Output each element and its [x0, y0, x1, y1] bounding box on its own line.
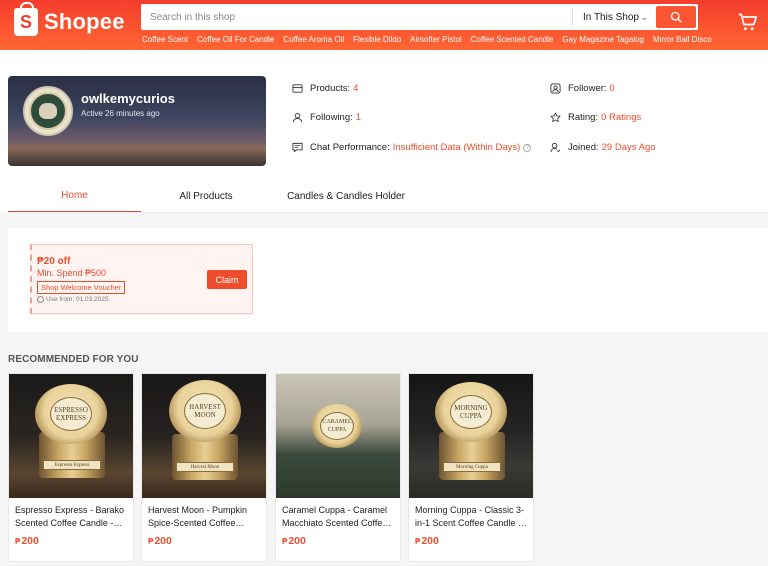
product-card[interactable]: Harvest Moon HARVEST MOON Harvest Moon -…: [141, 373, 267, 562]
claim-button[interactable]: Claim: [207, 270, 247, 289]
voucher-date: Use from: 01.03.2025: [37, 296, 109, 303]
search-scope-dropdown[interactable]: In This Shop ⌄: [572, 8, 656, 26]
stat-label: Chat Performance:: [310, 142, 390, 153]
keyword-link[interactable]: Coffee Aroma Oil: [283, 35, 344, 44]
stat-value: 0: [609, 83, 615, 94]
add-user-icon: [550, 83, 561, 94]
keyword-link[interactable]: Coffee Oil For Candle: [197, 35, 274, 44]
stat-label: Follower:: [568, 83, 607, 94]
search-input[interactable]: [141, 4, 572, 30]
product-image: Espresso Express ESPRESSO EXPRESS: [9, 374, 133, 498]
stat-label: Joined:: [568, 142, 599, 153]
product-price: ₱200: [415, 535, 439, 547]
voucher-tag: Shop Welcome Voucher: [37, 281, 126, 294]
product-name: Morning Cuppa - Classic 3-in-1 Scent Cof…: [415, 505, 525, 528]
stat-rating: Rating: 0 Ratings: [550, 112, 641, 123]
help-icon[interactable]: ?: [523, 143, 532, 152]
keyword-link[interactable]: Coffee Scent: [142, 35, 188, 44]
search-bar: In This Shop ⌄: [141, 4, 698, 30]
recommended-title: RECOMMENDED FOR YOU: [8, 354, 139, 365]
stat-value[interactable]: 1: [356, 112, 361, 123]
product-price: ₱200: [148, 535, 172, 547]
search-scope-label: In This Shop: [583, 11, 639, 23]
keyword-link[interactable]: Flexible Dildo: [353, 35, 401, 44]
store-icon: [292, 84, 303, 93]
lid-label: HARVEST MOON: [184, 393, 226, 429]
cart-icon[interactable]: [738, 12, 758, 32]
user-icon: [292, 112, 303, 123]
keyword-link[interactable]: Coffee Scented Candle: [471, 35, 554, 44]
candle-lid: CARAMEL CUPPA: [312, 404, 362, 448]
tab-home[interactable]: Home: [8, 180, 141, 213]
top-header: S Shopee In This Shop ⌄ Coffee Scent Cof…: [0, 0, 768, 50]
product-price: ₱200: [282, 535, 306, 547]
stat-label: Products:: [310, 83, 351, 94]
shopping-bag-icon: S: [14, 2, 38, 36]
keyword-link[interactable]: Airsofter Pistol: [410, 35, 462, 44]
product-image: Harvest Moon HARVEST MOON: [142, 374, 266, 498]
candle-lid: ESPRESSO EXPRESS: [35, 384, 107, 444]
shop-info-section: owlkemycurios Active 26 minutes ago Prod…: [0, 50, 768, 213]
hot-keywords: Coffee Scent Coffee Oil For Candle Coffe…: [142, 35, 712, 44]
product-card[interactable]: Morning Cuppa MORNING CUPPA Morning Cupp…: [408, 373, 534, 562]
tab-all-products[interactable]: All Products: [141, 180, 271, 213]
stat-value: 4: [353, 83, 359, 94]
chevron-down-icon: ⌄: [640, 11, 648, 22]
keyword-link[interactable]: Mirror Ball Disco: [653, 35, 712, 44]
search-button[interactable]: [656, 6, 696, 28]
product-name: Espresso Express - Barako Scented Coffee…: [15, 505, 125, 528]
product-price: ₱200: [15, 535, 39, 547]
product-name: Caramel Cuppa - Caramel Macchiato Scente…: [282, 505, 388, 528]
product-image: CARAMEL CUPPA: [276, 374, 400, 498]
candle-lid: MORNING CUPPA: [435, 382, 507, 442]
tabs-divider: [8, 212, 768, 213]
lid-label: CARAMEL CUPPA: [320, 412, 354, 440]
tab-candles-holder[interactable]: Candles & Candles Holder: [271, 180, 421, 213]
voucher-discount: ₱20 off: [37, 256, 71, 267]
lid-label: MORNING CUPPA: [450, 395, 492, 429]
owl-logo-icon: [29, 92, 67, 130]
star-icon: [550, 112, 561, 123]
shop-banner: owlkemycurios Active 26 minutes ago: [8, 76, 266, 166]
stat-label: Following:: [310, 112, 353, 123]
shopee-logo[interactable]: S Shopee: [14, 2, 125, 36]
stat-products: Products: 4: [292, 83, 358, 94]
stat-joined: Joined: 29 Days Ago: [550, 142, 656, 153]
clock-icon: [37, 296, 44, 303]
shop-tabs: Home All Products Candles & Candles Hold…: [8, 180, 768, 213]
voucher-card: ₱20 off Min. Spend ₱500 Shop Welcome Vou…: [30, 244, 253, 314]
shop-active-status: Active 26 minutes ago: [81, 109, 160, 118]
tin-band-label: Espresso Express: [43, 460, 101, 470]
shop-avatar[interactable]: [23, 86, 73, 136]
stat-chat-performance: Chat Performance: Insufficient Data (Wit…: [292, 142, 532, 153]
stat-follower: Follower: 0: [550, 83, 615, 94]
voucher-section: ₱20 off Min. Spend ₱500 Shop Welcome Vou…: [8, 228, 768, 332]
tin-band-label: Morning Cuppa: [443, 462, 501, 472]
search-icon: [670, 11, 682, 23]
product-card[interactable]: CARAMEL CUPPA Caramel Cuppa - Caramel Ma…: [275, 373, 401, 562]
candle-lid: HARVEST MOON: [169, 380, 241, 442]
keyword-link[interactable]: Gay Magazine Tagalog: [562, 35, 644, 44]
product-card[interactable]: Espresso Express ESPRESSO EXPRESS Espres…: [8, 373, 134, 562]
stat-value[interactable]: 0 Ratings: [601, 112, 641, 123]
lid-label: ESPRESSO EXPRESS: [50, 397, 92, 431]
voucher-min-spend: Min. Spend ₱500: [37, 268, 107, 278]
product-name: Harvest Moon - Pumpkin Spice-Scented Cof…: [148, 505, 248, 528]
chat-icon: [292, 142, 303, 153]
stat-following: Following: 1: [292, 112, 361, 123]
logo-text: Shopee: [44, 9, 125, 34]
stat-value: Insufficient Data (Within Days): [392, 142, 521, 153]
voucher-use-from: Use from: 01.03.2025: [46, 296, 109, 303]
user-check-icon: [550, 142, 561, 153]
stat-value: 29 Days Ago: [601, 142, 656, 153]
shop-name: owlkemycurios: [81, 91, 175, 106]
product-image: Morning Cuppa MORNING CUPPA: [409, 374, 533, 498]
stat-label: Rating:: [568, 112, 599, 123]
tin-band-label: Harvest Moon: [176, 462, 234, 472]
